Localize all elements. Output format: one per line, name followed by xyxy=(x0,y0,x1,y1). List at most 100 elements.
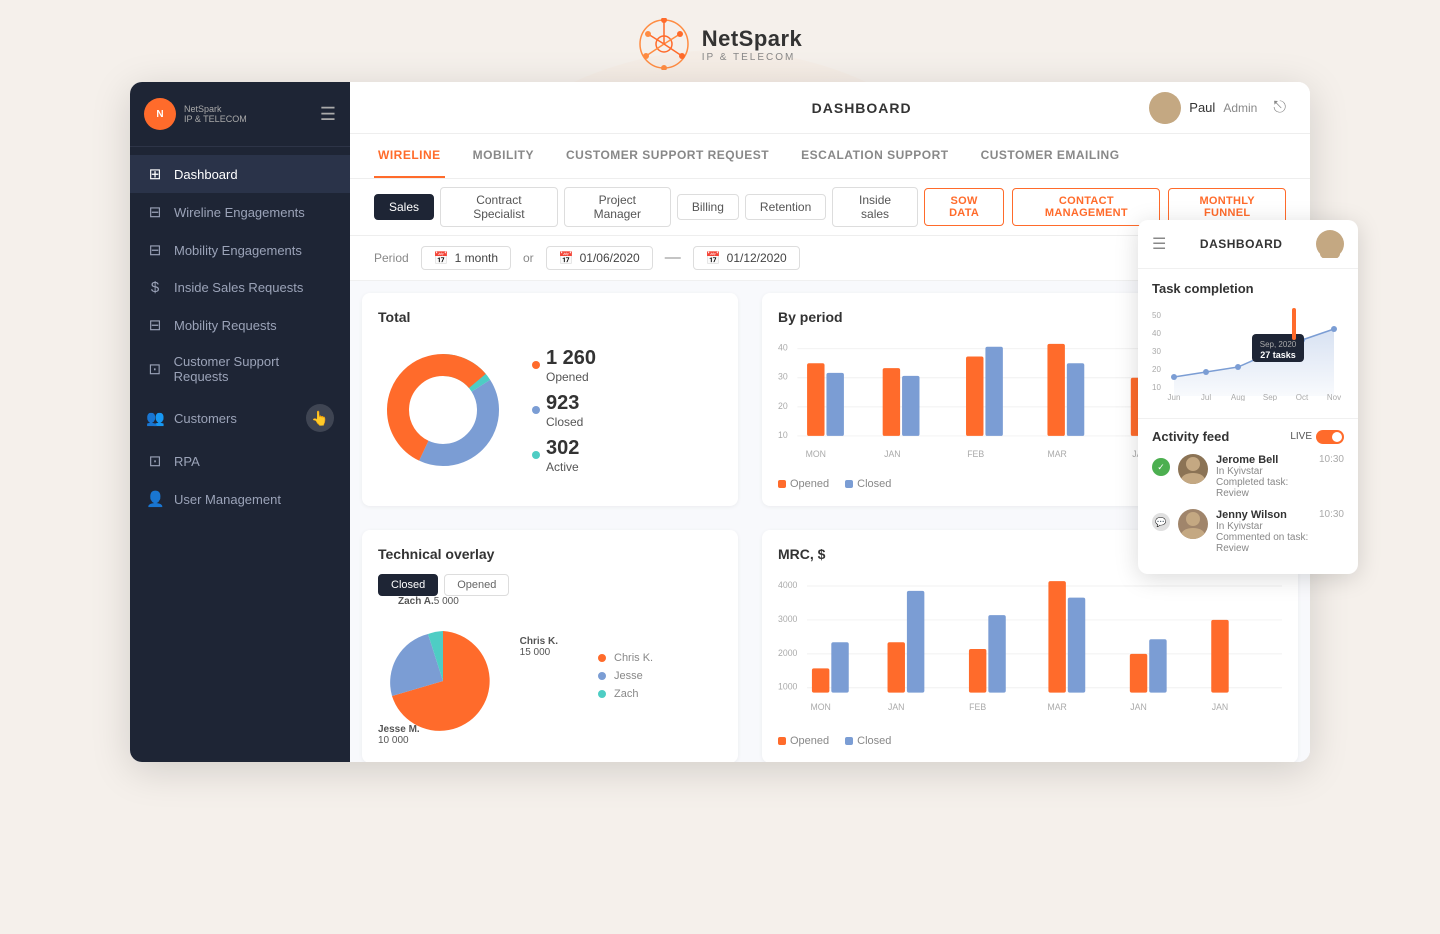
activity-action-jenny: Commented on task: Review xyxy=(1216,532,1311,554)
activity-item-1: ✓ Jerome Bell In Kyivstar Completed task… xyxy=(1152,454,1344,499)
sidebar-item-rpa[interactable]: ⊡ RPA xyxy=(130,442,350,480)
technical-overlay-title: Technical overlay xyxy=(378,546,722,562)
sidebar-logo: N xyxy=(144,98,176,130)
svg-text:JAN: JAN xyxy=(1212,702,1228,712)
activity-header: Activity feed LIVE xyxy=(1152,429,1344,444)
toggle-closed[interactable]: Closed xyxy=(378,574,438,596)
rpa-icon: ⊡ xyxy=(146,452,164,470)
contact-management-button[interactable]: CONTACT MANAGEMENT xyxy=(1012,188,1160,226)
donut-legend: 1 260 Opened 923 Closed xyxy=(532,347,596,474)
period-from[interactable]: 📅 01/06/2020 xyxy=(546,246,653,270)
svg-text:MAR: MAR xyxy=(1047,702,1066,712)
sidebar-item-label: Dashboard xyxy=(174,167,238,182)
calendar-from-icon: 📅 xyxy=(559,251,574,265)
pie-chart xyxy=(378,621,508,741)
pie-ann-chris: Chris K.15 000 xyxy=(520,636,558,658)
subtab-project-manager[interactable]: Project Manager xyxy=(564,187,671,227)
subtab-sales[interactable]: Sales xyxy=(374,194,434,220)
hamburger-icon[interactable]: ☰ xyxy=(320,104,336,125)
svg-text:MAR: MAR xyxy=(1047,449,1066,459)
sidebar-nav: ⊞ Dashboard ⊟ Wireline Engagements ⊟ Mob… xyxy=(130,147,350,762)
sidebar-item-customers[interactable]: 👥 Customers 👆 xyxy=(130,394,350,442)
mrc-opened-square xyxy=(778,737,786,745)
svg-text:40: 40 xyxy=(778,343,788,353)
tab-customer-emailing[interactable]: CUSTOMER EMAILING xyxy=(977,134,1124,178)
period-duration[interactable]: 📅 1 month xyxy=(421,246,511,270)
tabs-bar: WIRELINE MOBILITY CUSTOMER SUPPORT REQUE… xyxy=(350,134,1310,179)
sidebar-item-dashboard[interactable]: ⊞ Dashboard xyxy=(130,155,350,193)
toggle-opened[interactable]: Opened xyxy=(444,574,509,596)
mrc-closed-square xyxy=(845,737,853,745)
chris-dot xyxy=(598,654,606,662)
tab-mobility[interactable]: MOBILITY xyxy=(469,134,538,178)
sidebar-item-label: Mobility Requests xyxy=(174,318,277,333)
svg-text:30: 30 xyxy=(1152,347,1161,356)
live-toggle[interactable] xyxy=(1316,430,1344,444)
svg-text:10: 10 xyxy=(778,430,788,440)
user-area: Paul Admin ⎋ xyxy=(1149,92,1286,124)
logo-text: NetSpark IP & TELECOM xyxy=(702,26,803,63)
period-to[interactable]: 📅 01/12/2020 xyxy=(693,246,800,270)
sidebar-item-mobility-engagements[interactable]: ⊟ Mobility Engagements xyxy=(130,231,350,269)
subtab-inside-sales[interactable]: Inside sales xyxy=(832,187,918,227)
svg-text:27 tasks: 27 tasks xyxy=(1260,350,1296,360)
technical-overlay-panel: Technical overlay Closed Opened Zach A.5… xyxy=(362,530,738,762)
mobility-eng-icon: ⊟ xyxy=(146,241,164,259)
activity-name-jerome: Jerome Bell xyxy=(1216,454,1311,466)
donut-chart xyxy=(378,345,508,475)
check-icon: ✓ xyxy=(1152,458,1170,476)
activity-content-jenny: Jenny Wilson In Kyivstar Commented on ta… xyxy=(1216,509,1311,554)
task-completion-section: Task completion 50 40 30 20 10 xyxy=(1138,269,1358,419)
customers-icon: 👥 xyxy=(146,409,164,427)
activity-item-2: 💬 Jenny Wilson In Kyivstar Commented on … xyxy=(1152,509,1344,554)
svg-text:JAN: JAN xyxy=(1130,702,1146,712)
activity-time-jerome: 10:30 xyxy=(1319,454,1344,465)
cursor-indicator: 👆 xyxy=(306,404,334,432)
task-completion-title: Task completion xyxy=(1152,281,1344,296)
activity-location-jerome: In Kyivstar xyxy=(1216,466,1311,477)
hamburger-mini-icon[interactable]: ☰ xyxy=(1152,234,1166,254)
comment-icon: 💬 xyxy=(1152,513,1170,531)
right-panel-header: ☰ DASHBOARD xyxy=(1138,220,1358,269)
support-icon: ⊡ xyxy=(146,360,164,378)
pie-ann-zach: Zach A.5 000 xyxy=(398,596,459,607)
logo-icon xyxy=(638,18,690,70)
subtab-retention[interactable]: Retention xyxy=(745,194,826,220)
subtab-contract-specialist[interactable]: Contract Specialist xyxy=(440,187,558,227)
toggle-buttons: Closed Opened xyxy=(378,574,722,596)
tab-wireline[interactable]: WIRELINE xyxy=(374,134,445,178)
closed-dot xyxy=(532,406,540,414)
subtab-billing[interactable]: Billing xyxy=(677,194,739,220)
legend-opened: 1 260 Opened xyxy=(532,347,596,384)
pie-chart-area: Zach A.5 000 xyxy=(378,606,722,746)
sidebar-item-wireline[interactable]: ⊟ Wireline Engagements xyxy=(130,193,350,231)
zach-dot xyxy=(598,690,606,698)
svg-text:2000: 2000 xyxy=(778,648,798,658)
logout-icon[interactable]: ⎋ xyxy=(1273,99,1286,117)
tab-escalation[interactable]: ESCALATION SUPPORT xyxy=(797,134,952,178)
sidebar-item-inside-sales[interactable]: $ Inside Sales Requests xyxy=(130,269,350,306)
topbar: DASHBOARD Paul Admin ⎋ xyxy=(350,82,1310,134)
sidebar-item-user-mgmt[interactable]: 👤 User Management xyxy=(130,480,350,518)
tab-customer-support[interactable]: CUSTOMER SUPPORT REQUEST xyxy=(562,134,773,178)
active-dot xyxy=(532,451,540,459)
svg-text:JAN: JAN xyxy=(884,449,900,459)
sow-data-button[interactable]: SOW DATA xyxy=(924,188,1005,226)
sidebar-brand: NetSpark IP & TELECOM xyxy=(184,104,247,124)
sidebar-item-mobility-requests[interactable]: ⊟ Mobility Requests xyxy=(130,306,350,344)
pie-legend-zach: Zach xyxy=(598,688,653,700)
sidebar-item-label: Inside Sales Requests xyxy=(174,280,303,295)
legend-closed: 923 Closed xyxy=(532,392,596,429)
legend-opened-bar: Opened xyxy=(778,478,829,490)
activity-time-jenny: 10:30 xyxy=(1319,509,1344,520)
svg-text:Nov: Nov xyxy=(1327,393,1341,401)
live-toggle-knob xyxy=(1332,432,1342,442)
sidebar-item-label: User Management xyxy=(174,492,281,507)
sidebar: N NetSpark IP & TELECOM ☰ ⊞ Dashboard ⊟ … xyxy=(130,82,350,762)
sidebar-item-customer-support[interactable]: ⊡ Customer Support Requests xyxy=(130,344,350,394)
sidebar-item-label: Customers xyxy=(174,411,237,426)
app-container: N NetSpark IP & TELECOM ☰ ⊞ Dashboard ⊟ … xyxy=(130,82,1310,762)
svg-text:20: 20 xyxy=(778,401,788,411)
svg-text:Oct: Oct xyxy=(1296,393,1309,401)
sidebar-item-label: RPA xyxy=(174,454,200,469)
